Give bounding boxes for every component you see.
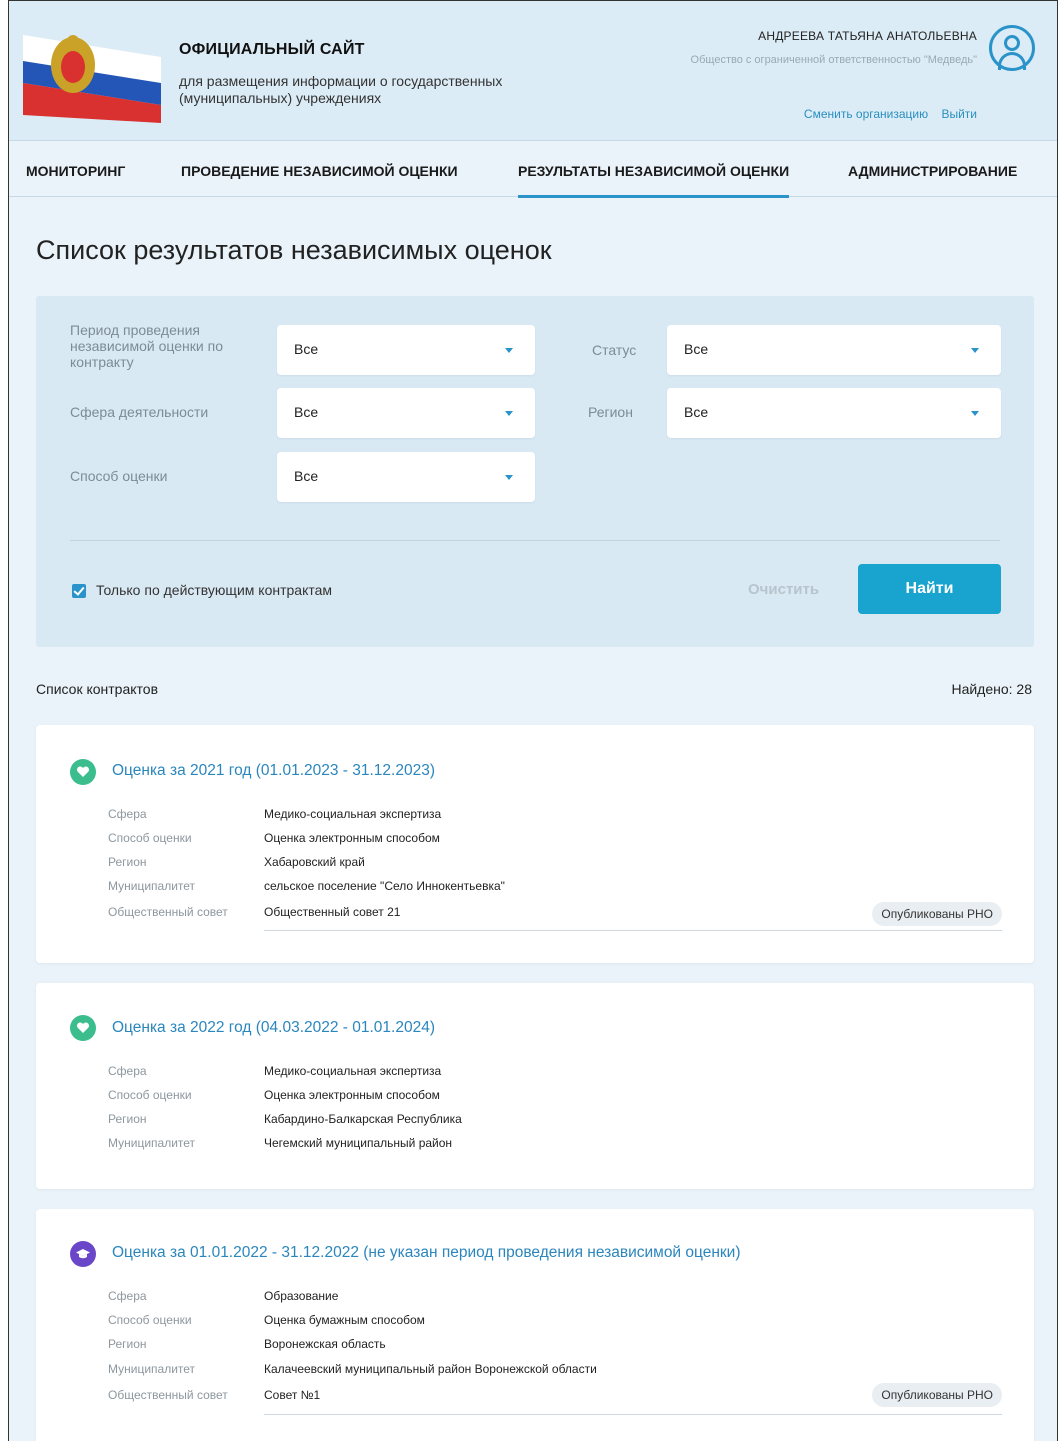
- sphere-key: Сфера: [108, 807, 147, 821]
- logout-link[interactable]: Выйти: [941, 107, 977, 121]
- status-value: Все: [684, 341, 709, 357]
- method-select[interactable]: Все: [277, 452, 535, 502]
- contract-title-link[interactable]: Оценка за 01.01.2022 - 31.12.2022 (не ук…: [112, 1244, 741, 1262]
- active-only-checkbox[interactable]: [72, 584, 86, 598]
- nav-evaluation-results[interactable]: РЕЗУЛЬТАТЫ НЕЗАВИСИМОЙ ОЦЕНКИ: [518, 163, 790, 198]
- municipality-key: Муниципалитет: [108, 1362, 196, 1376]
- change-organization-link[interactable]: Сменить организацию: [804, 107, 928, 121]
- status-select[interactable]: Все: [667, 325, 1001, 375]
- sphere-key: Сфера: [108, 1289, 147, 1303]
- nav-administration[interactable]: АДМИНИСТРИРОВАНИЕ: [848, 163, 1017, 179]
- contract-card: Оценка за 2021 год (01.01.2023 - 31.12.2…: [36, 725, 1034, 963]
- user-organization: Общество с ограниченной ответственностью…: [690, 54, 977, 66]
- chevron-down-icon: [505, 348, 513, 353]
- period-label: Период проведения независимой оценки по …: [70, 322, 223, 370]
- chevron-down-icon: [971, 411, 979, 416]
- chevron-down-icon: [971, 348, 979, 353]
- filter-divider: [70, 540, 1000, 541]
- app-frame: ОФИЦИАЛЬНЫЙ САЙТ для размещения информац…: [8, 0, 1058, 1441]
- region-value: Воронежская область: [264, 1337, 386, 1351]
- main-nav: МОНИТОРИНГ ПРОВЕДЕНИЕ НЕЗАВИСИМОЙ ОЦЕНКИ…: [9, 141, 1057, 198]
- region-select[interactable]: Все: [667, 388, 1001, 438]
- method-key: Способ оценки: [108, 831, 192, 845]
- method-key: Способ оценки: [108, 1088, 192, 1102]
- filter-panel: Период проведения независимой оценки по …: [36, 296, 1034, 647]
- method-value: Оценка электронным способом: [264, 831, 440, 845]
- region-value: Хабаровский край: [264, 855, 365, 869]
- user-name: АНДРЕЕВА ТАТЬЯНА АНАТОЛЬЕВНА: [758, 29, 977, 43]
- method-label: Способ оценки: [70, 468, 168, 484]
- council-underline: [264, 1414, 1002, 1415]
- find-button[interactable]: Найти: [858, 564, 1001, 614]
- contract-title-link[interactable]: Оценка за 2021 год (01.01.2023 - 31.12.2…: [112, 762, 435, 780]
- status-badge: Опубликованы РНО: [872, 1383, 1002, 1407]
- municipality-value: сельское поселение "Село Иннокентьевка": [264, 879, 505, 893]
- graduation-cap-icon: [70, 1241, 96, 1267]
- sphere-label: Сфера деятельности: [70, 404, 209, 420]
- contracts-list-title: Список контрактов: [36, 681, 159, 697]
- chevron-down-icon: [505, 411, 513, 416]
- flag-emblem-logo[interactable]: [23, 27, 161, 123]
- active-only-label[interactable]: Только по действующим контрактам: [96, 582, 332, 598]
- status-label: Статус: [592, 342, 637, 358]
- council-value: Общественный совет 21: [264, 905, 401, 919]
- council-value: Совет №1: [264, 1388, 321, 1402]
- method-value: Оценка электронным способом: [264, 1088, 440, 1102]
- region-key: Регион: [108, 1112, 147, 1126]
- municipality-value: Калачеевский муниципальный район Воронеж…: [264, 1362, 597, 1376]
- method-value: Все: [294, 468, 319, 484]
- region-key: Регион: [108, 1337, 147, 1351]
- nav-monitoring[interactable]: МОНИТОРИНГ: [26, 163, 125, 179]
- region-value: Все: [684, 404, 709, 420]
- found-count: Найдено: 28: [951, 681, 1032, 697]
- user-avatar-icon[interactable]: [989, 25, 1035, 71]
- site-header: ОФИЦИАЛЬНЫЙ САЙТ для размещения информац…: [9, 1, 1057, 141]
- region-key: Регион: [108, 855, 147, 869]
- site-subtitle: для размещения информации о государствен…: [179, 73, 503, 106]
- region-label: Регион: [588, 404, 633, 420]
- region-value: Кабардино-Балкарская Республика: [264, 1112, 462, 1126]
- user-links: Сменить организацию Выйти: [794, 107, 977, 121]
- sphere-key: Сфера: [108, 1064, 147, 1078]
- municipality-value: Чегемский муниципальный район: [264, 1136, 453, 1150]
- municipality-key: Муниципалитет: [108, 879, 196, 893]
- sphere-value: Образование: [264, 1289, 339, 1303]
- council-key: Общественный совет: [108, 905, 228, 919]
- heart-icon: [70, 1015, 96, 1041]
- period-select[interactable]: Все: [277, 325, 535, 375]
- site-title: ОФИЦИАЛЬНЫЙ САЙТ: [179, 41, 365, 58]
- contract-card: Оценка за 2022 год (04.03.2022 - 01.01.2…: [36, 983, 1034, 1189]
- council-underline: [264, 930, 1002, 931]
- period-value: Все: [294, 341, 319, 357]
- clear-button[interactable]: Очистить: [748, 581, 819, 598]
- sphere-value: Медико-социальная экспертиза: [264, 1064, 442, 1078]
- page-title: Список результатов независимых оценок: [36, 235, 552, 265]
- status-badge: Опубликованы РНО: [872, 902, 1002, 926]
- sphere-select[interactable]: Все: [277, 388, 535, 438]
- chevron-down-icon: [505, 475, 513, 480]
- sphere-value: Медико-социальная экспертиза: [264, 807, 442, 821]
- method-value: Оценка бумажным способом: [264, 1313, 425, 1327]
- heart-icon: [70, 759, 96, 785]
- contract-title-link[interactable]: Оценка за 2022 год (04.03.2022 - 01.01.2…: [112, 1019, 435, 1037]
- council-key: Общественный совет: [108, 1388, 228, 1402]
- sphere-value: Все: [294, 404, 319, 420]
- municipality-key: Муниципалитет: [108, 1136, 196, 1150]
- nav-conducting-evaluation[interactable]: ПРОВЕДЕНИЕ НЕЗАВИСИМОЙ ОЦЕНКИ: [181, 163, 458, 179]
- method-key: Способ оценки: [108, 1313, 192, 1327]
- contract-card: Оценка за 01.01.2022 - 31.12.2022 (не ук…: [36, 1209, 1034, 1441]
